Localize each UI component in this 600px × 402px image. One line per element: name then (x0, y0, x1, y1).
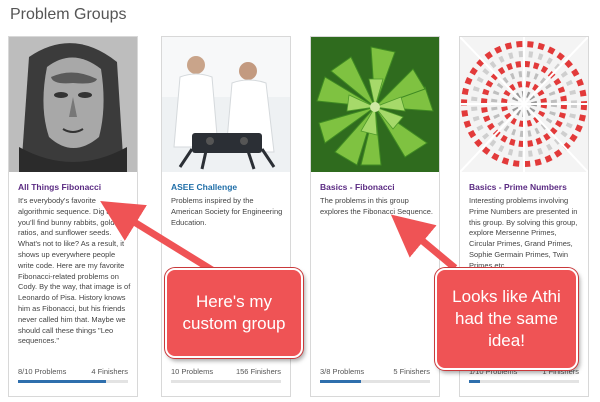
problems-count: 3/8 Problems (320, 367, 365, 376)
group-thumbnail-portrait[interactable] (9, 37, 137, 172)
callout-custom-group: Here's my custom group (165, 268, 303, 358)
finishers-count: 156 Finishers (235, 367, 281, 376)
group-description: It's everybody's favorite algorithmic se… (18, 196, 131, 346)
group-stats: 3/8 Problems 5 Finishers (320, 367, 430, 376)
group-card-basics-fibonacci[interactable]: Basics - Fibonacci The problems in this … (310, 36, 440, 397)
progress-fill (469, 380, 480, 383)
group-thumbnail-spiral-plant[interactable] (311, 37, 439, 172)
group-title[interactable]: Basics - Prime Numbers (469, 182, 587, 193)
group-stats: 10 Problems 156 Finishers (171, 367, 281, 376)
problems-count: 8/10 Problems (18, 367, 67, 376)
progress-bar (18, 380, 128, 383)
progress-bar (171, 380, 281, 383)
finishers-count: 5 Finishers (393, 367, 430, 376)
group-title[interactable]: ASEE Challenge (171, 182, 289, 193)
progress-fill (18, 380, 106, 383)
group-thumbnail-lab[interactable] (162, 37, 290, 172)
problems-count: 10 Problems (171, 367, 214, 376)
progress-fill (320, 380, 362, 383)
progress-bar (320, 380, 430, 383)
page-title: Problem Groups (10, 6, 127, 23)
group-title[interactable]: Basics - Fibonacci (320, 182, 438, 193)
callout-same-idea: Looks like Athi had the same idea! (435, 268, 578, 370)
group-title[interactable]: All Things Fibonacci (18, 182, 136, 193)
group-stats: 8/10 Problems 4 Finishers (18, 367, 128, 376)
finishers-count: 4 Finishers (91, 367, 128, 376)
progress-bar (469, 380, 579, 383)
group-thumbnail-prime-spiral[interactable] (460, 37, 588, 172)
group-card-all-things-fibonacci[interactable]: All Things Fibonacci It's everybody's fa… (8, 36, 138, 397)
group-description: The problems in this group explores the … (320, 196, 433, 216)
